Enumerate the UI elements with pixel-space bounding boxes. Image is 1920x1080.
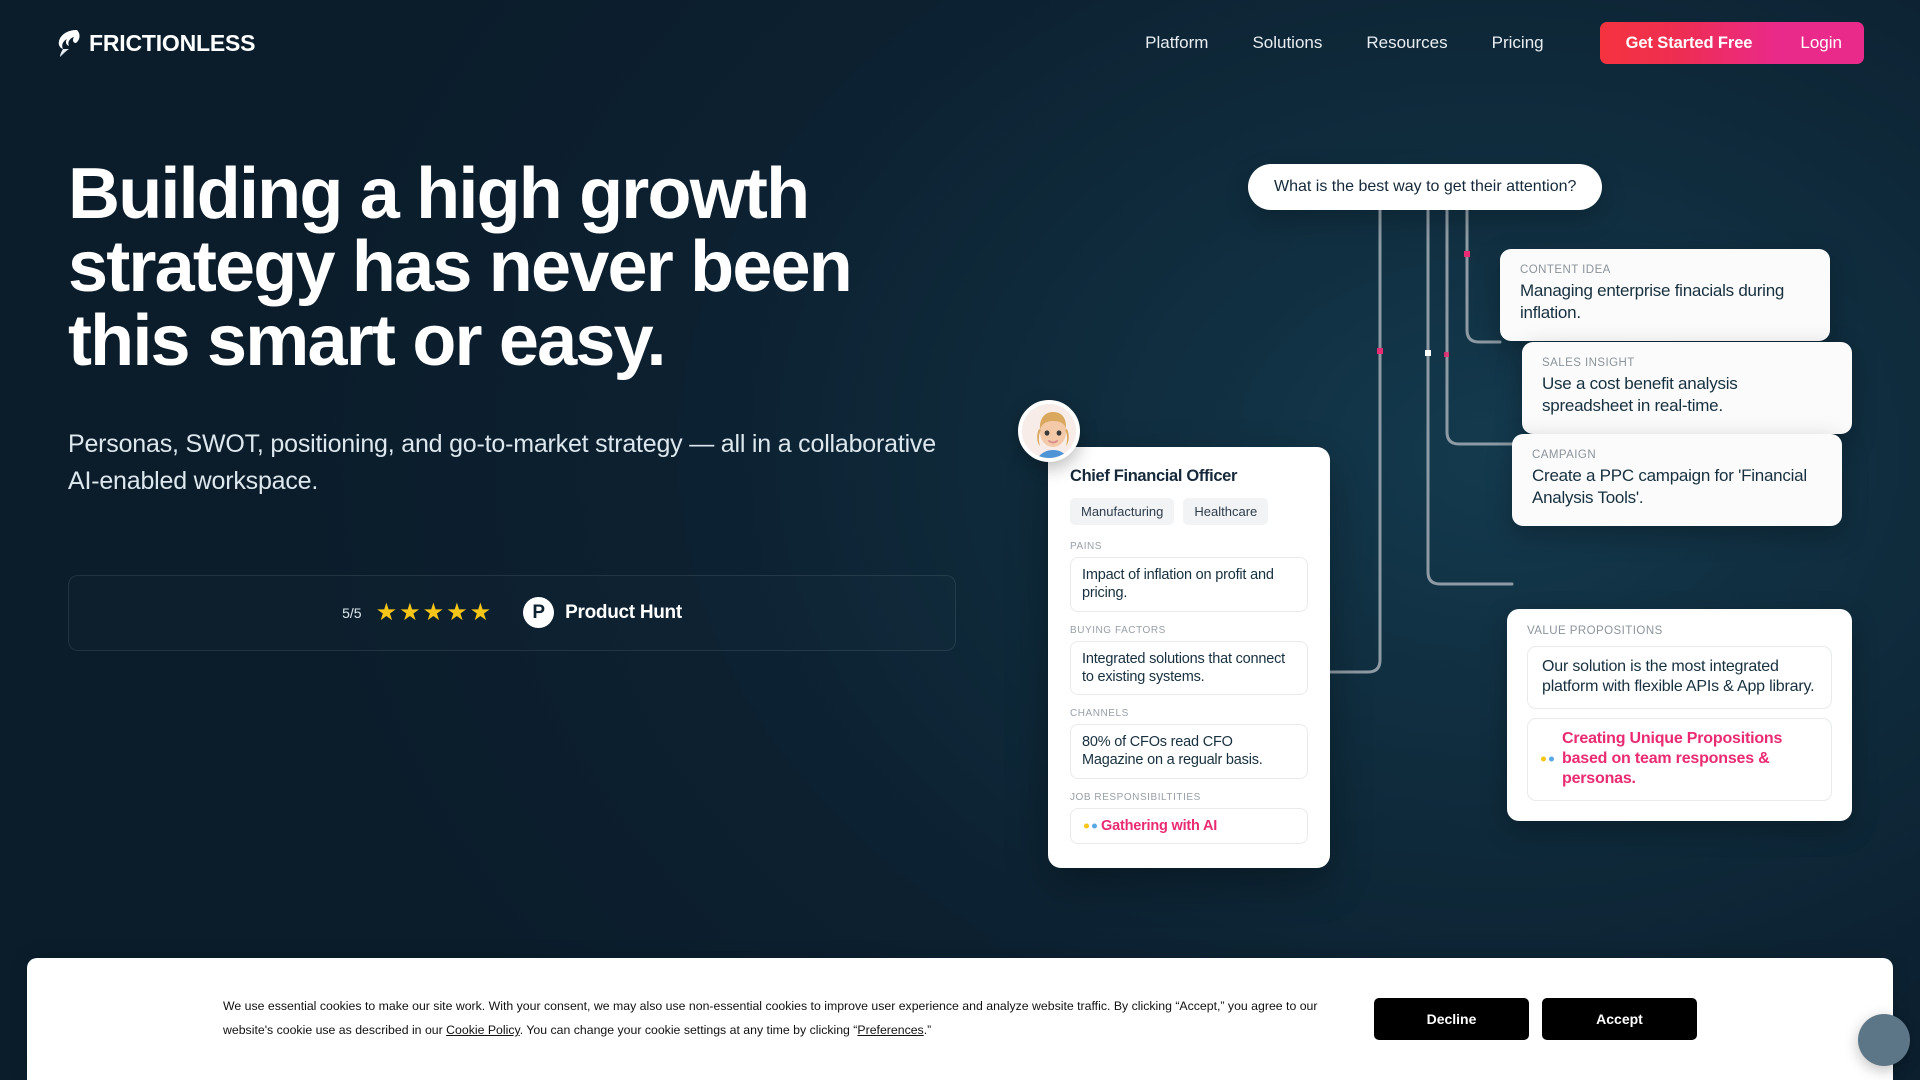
question-bubble: What is the best way to get their attent… [1248,164,1603,210]
persona-card[interactable]: Chief Financial Officer Manufacturing He… [1048,447,1330,868]
persona-field-job-responsibilities[interactable]: Gathering with AI [1070,807,1308,844]
persona-field-channels[interactable]: 80% of CFOs read CFO Magazine on a regua… [1070,724,1308,779]
persona-field-label-buying-factors: BUYING FACTORS [1070,624,1166,636]
decline-cookies-button[interactable]: Decline [1374,998,1529,1040]
primary-nav: Platform Solutions Resources Pricing [1145,33,1543,53]
star-icon: ★ [422,598,445,626]
header-cta-group: Get Started Free Login [1599,22,1864,64]
brand-name: FRICTIONLESS [89,29,256,56]
value-proposition-text: Creating Unique Propositions based on te… [1562,729,1783,788]
card-text: Create a PPC campaign for 'Financial Ana… [1532,466,1807,507]
star-icon: ★ [446,598,468,626]
get-started-free-button[interactable]: Get Started Free [1599,22,1779,64]
card-text: Managing enterprise finacials during inf… [1520,281,1785,322]
value-propositions-card[interactable]: VALUE PROPOSITIONS Our solution is the m… [1507,609,1852,821]
brand-logo[interactable]: FRICTIONLESS [56,28,255,58]
generating-dots-icon [1084,823,1097,829]
persona-field-label-channels: CHANNELS [1070,708,1129,720]
persona-field-buying-factors[interactable]: Integrated solutions that connect to exi… [1070,640,1308,696]
chip-healthcare[interactable]: Healthcare [1183,498,1269,525]
cookie-text-part3: .” [923,1023,932,1037]
cookie-text-part2: . You can change your cookie settings at… [519,1023,858,1037]
nav-item-resources[interactable]: Resources [1366,33,1447,53]
login-button[interactable]: Login [1778,22,1864,64]
page-title: Building a high growth strategy has neve… [68,154,853,381]
chip-manufacturing[interactable]: Manufacturing [1070,498,1175,525]
star-icon: ★ [375,598,398,626]
persona-field-text: Gathering with AI [1101,817,1218,834]
hero-content: Building a high growth strategy has neve… [68,154,1028,651]
nav-item-platform[interactable]: Platform [1145,33,1208,53]
cookie-consent-banner: We use essential cookies to make our sit… [27,958,1893,1080]
value-proposition-item[interactable]: Our solution is the most integrated plat… [1527,646,1832,709]
product-hunt-label: Product Hunt [565,601,682,623]
page-root: FRICTIONLESS Platform Solutions Resource… [0,0,1920,1080]
insight-card-sales-insight[interactable]: SALES INSIGHT Use a cost benefit analysi… [1522,342,1852,434]
value-proposition-item-active[interactable]: Creating Unique Propositions based on te… [1527,717,1832,801]
card-label: CAMPAIGN [1532,449,1597,461]
accept-cookies-button[interactable]: Accept [1542,998,1697,1040]
generating-dots-icon [1541,756,1554,762]
persona-field-pains[interactable]: Impact of inflation on profit and pricin… [1070,557,1308,612]
insight-card-content-idea[interactable]: CONTENT IDEA Managing enterprise finacia… [1500,249,1830,341]
star-icon: ★ [469,598,492,626]
star-icon: ★ [399,598,421,626]
rating-score: 5/5 [342,604,362,621]
cookie-banner-text: We use essential cookies to make our sit… [223,995,1353,1043]
frictionless-swoosh-icon [58,30,80,57]
nav-item-solutions[interactable]: Solutions [1252,33,1322,53]
chat-widget-button[interactable] [1858,1014,1910,1066]
cookie-policy-link[interactable]: Cookie Policy [446,1023,520,1037]
card-label: SALES INSIGHT [1542,357,1635,369]
site-header: FRICTIONLESS Platform Solutions Resource… [0,0,1920,86]
card-label: CONTENT IDEA [1520,264,1611,276]
product-hunt-icon: P [523,597,555,629]
avatar [1018,400,1080,462]
persona-industry-chips: Manufacturing Healthcare [1070,498,1308,525]
preferences-link[interactable]: Preferences [857,1023,923,1037]
value-propositions-label: VALUE PROPOSITIONS [1527,625,1663,637]
insight-card-campaign[interactable]: CAMPAIGN Create a PPC campaign for 'Fina… [1512,434,1842,526]
product-hunt-brand: P Product Hunt [523,597,682,629]
card-text: Use a cost benefit analysis spreadsheet … [1542,374,1738,415]
hero-subheading: Personas, SWOT, positioning, and go-to-m… [68,430,936,495]
cookie-banner-actions: Decline Accept [1374,998,1857,1040]
persona-title: Chief Financial Officer [1070,467,1238,485]
persona-field-label-pains: PAINS [1070,541,1103,552]
rating-stars: ★ ★ ★ ★ ★ [375,598,492,626]
persona-field-label-job-responsibilities: JOB RESPONSIBILTITIES [1070,791,1201,803]
product-hunt-rating: 5/5 ★ ★ ★ ★ ★ P Product Hunt [68,574,956,651]
nav-item-pricing[interactable]: Pricing [1492,33,1544,53]
header-right: Platform Solutions Resources Pricing Get… [1145,22,1864,64]
